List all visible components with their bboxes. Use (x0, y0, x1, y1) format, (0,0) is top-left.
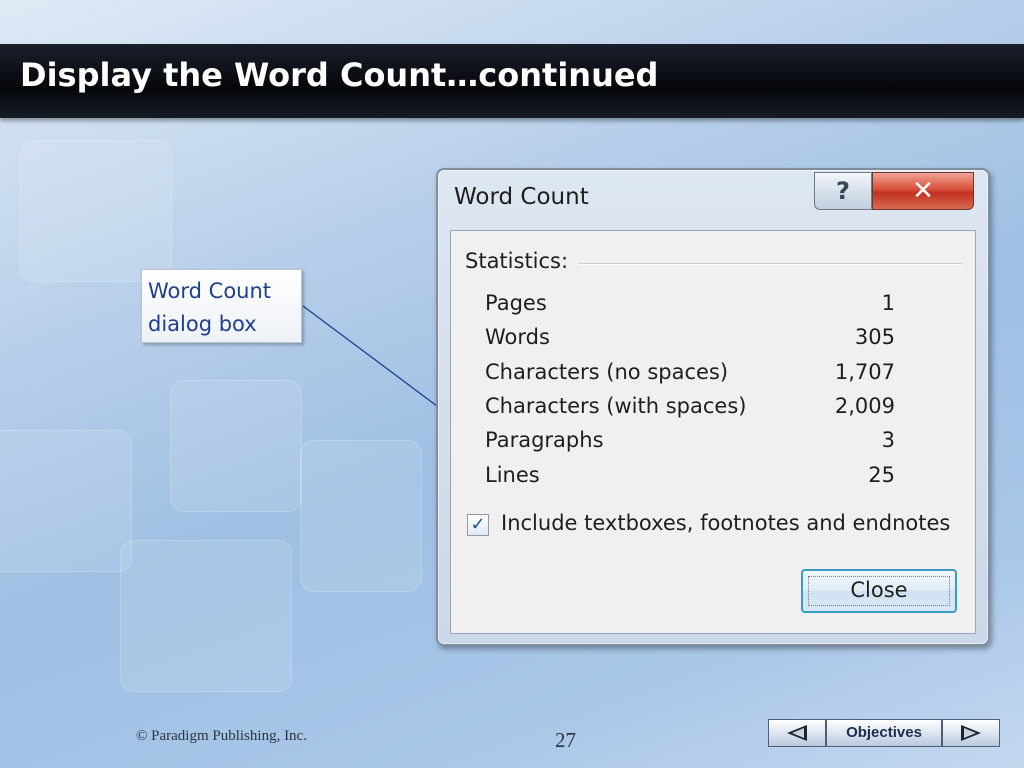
right-arrow-icon (961, 725, 981, 741)
copyright-text: © Paradigm Publishing, Inc. (136, 728, 307, 744)
close-button-label: Close (850, 578, 908, 602)
stat-value: 1,707 (834, 360, 895, 384)
stat-label: Words (485, 325, 550, 349)
background-key (170, 380, 302, 512)
background-key (300, 440, 422, 592)
word-count-dialog: Word Count ? ✕ Statistics: Pages 1 Words… (436, 168, 990, 646)
statistics-label: Statistics: (465, 249, 569, 273)
statistics-divider (579, 263, 963, 265)
slide-navigation: Objectives (768, 719, 1000, 747)
stat-value: 25 (868, 463, 895, 487)
stat-label: Pages (485, 291, 547, 315)
stat-row-characters-no-spaces: Characters (no spaces) 1,707 (485, 360, 895, 392)
close-icon: ✕ (912, 176, 934, 206)
close-window-button[interactable]: ✕ (872, 172, 974, 210)
close-button[interactable]: Close (801, 569, 957, 613)
stat-row-pages: Pages 1 (485, 291, 895, 323)
stat-label: Characters (no spaces) (485, 360, 729, 384)
help-button[interactable]: ? (814, 172, 872, 210)
stat-value: 2,009 (834, 394, 895, 418)
help-icon: ? (836, 177, 850, 205)
background-key (120, 540, 292, 692)
stat-row-words: Words 305 (485, 325, 895, 357)
dialog-body: Statistics: Pages 1 Words 305 Characters… (450, 230, 976, 634)
stat-value: 305 (854, 325, 895, 349)
stat-label: Lines (485, 463, 540, 487)
stat-row-lines: Lines 25 (485, 463, 895, 495)
include-textboxes-label: Include textboxes, footnotes and endnote… (501, 511, 951, 535)
stat-row-characters-with-spaces: Characters (with spaces) 2,009 (485, 394, 895, 426)
page-number: 27 (555, 728, 576, 752)
previous-slide-button[interactable] (768, 719, 826, 747)
stat-row-paragraphs: Paragraphs 3 (485, 428, 895, 460)
checkmark-icon: ✓ (470, 514, 486, 535)
dialog-title: Word Count (454, 184, 589, 210)
callout-line-2: dialog box (148, 312, 257, 336)
stat-label: Characters (with spaces) (485, 394, 747, 418)
callout-line-1: Word Count (148, 279, 272, 303)
next-slide-button[interactable] (942, 719, 1000, 747)
stat-value: 1 (881, 291, 895, 315)
stat-value: 3 (881, 428, 895, 452)
stat-label: Paragraphs (485, 428, 604, 452)
slide-title-bar: Display the Word Count…continued (0, 44, 1024, 118)
objectives-button[interactable]: Objectives (826, 719, 942, 747)
include-textboxes-checkbox[interactable]: ✓ (467, 514, 489, 536)
left-arrow-icon (787, 725, 807, 741)
callout-box: Word Count dialog box (141, 269, 302, 343)
background-key (20, 140, 172, 282)
slide-title: Display the Word Count…continued (20, 56, 659, 94)
background-key (0, 430, 132, 572)
